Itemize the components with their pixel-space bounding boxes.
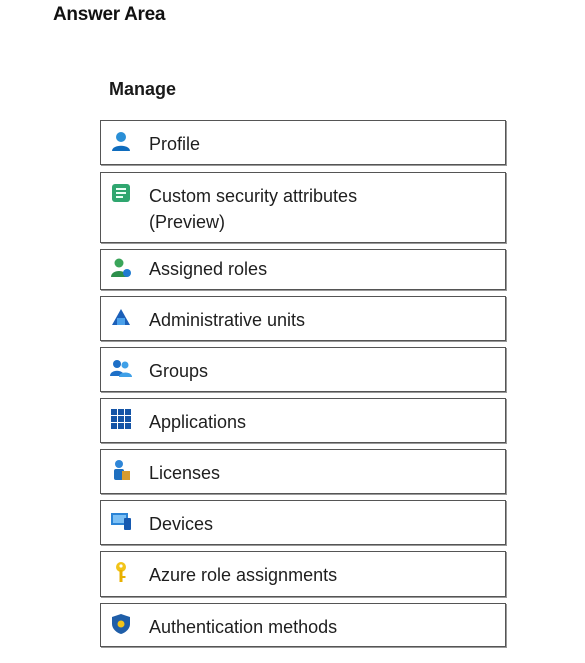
menu-item-label: Assigned roles — [149, 259, 268, 279]
devices-icon — [110, 510, 132, 532]
menu-item-profile[interactable]: Profile — [100, 120, 506, 165]
menu-item-label: Devices — [149, 514, 214, 534]
menu-item-administrative-units[interactable]: Administrative units — [100, 296, 506, 341]
shield-icon — [110, 613, 132, 635]
menu-item-authentication-methods[interactable]: Authentication methods — [100, 603, 506, 647]
key-icon — [110, 561, 132, 583]
menu-item-assigned-roles[interactable]: Assigned roles — [100, 249, 506, 290]
menu-item-label: Groups — [149, 361, 209, 381]
menu-item-label: Custom security attributes (Preview) — [149, 186, 358, 232]
menu-item-custom-security-attributes[interactable]: Custom security attributes (Preview) — [100, 172, 506, 243]
menu-item-label: Administrative units — [149, 310, 306, 330]
menu-item-label: Profile — [149, 134, 201, 154]
menu-item-label: Applications — [149, 412, 247, 432]
licenses-icon — [110, 459, 132, 481]
menu-item-devices[interactable]: Devices — [100, 500, 506, 545]
menu-item-groups[interactable]: Groups — [100, 347, 506, 392]
applications-icon — [110, 408, 132, 430]
assigned-roles-icon — [110, 257, 132, 279]
menu-item-label: Azure role assignments — [149, 565, 338, 585]
profile-icon — [110, 130, 132, 152]
answer-area-title: Answer Area — [53, 4, 166, 25]
menu-item-azure-role-assignments[interactable]: Azure role assignments — [100, 551, 506, 597]
manage-heading: Manage — [109, 79, 177, 99]
groups-icon — [110, 357, 132, 379]
security-attributes-icon — [110, 182, 132, 204]
menu-item-applications[interactable]: Applications — [100, 398, 506, 443]
menu-item-label: Authentication methods — [149, 617, 338, 637]
menu-item-licenses[interactable]: Licenses — [100, 449, 506, 494]
menu-item-label: Licenses — [149, 463, 221, 483]
administrative-units-icon — [110, 306, 132, 328]
